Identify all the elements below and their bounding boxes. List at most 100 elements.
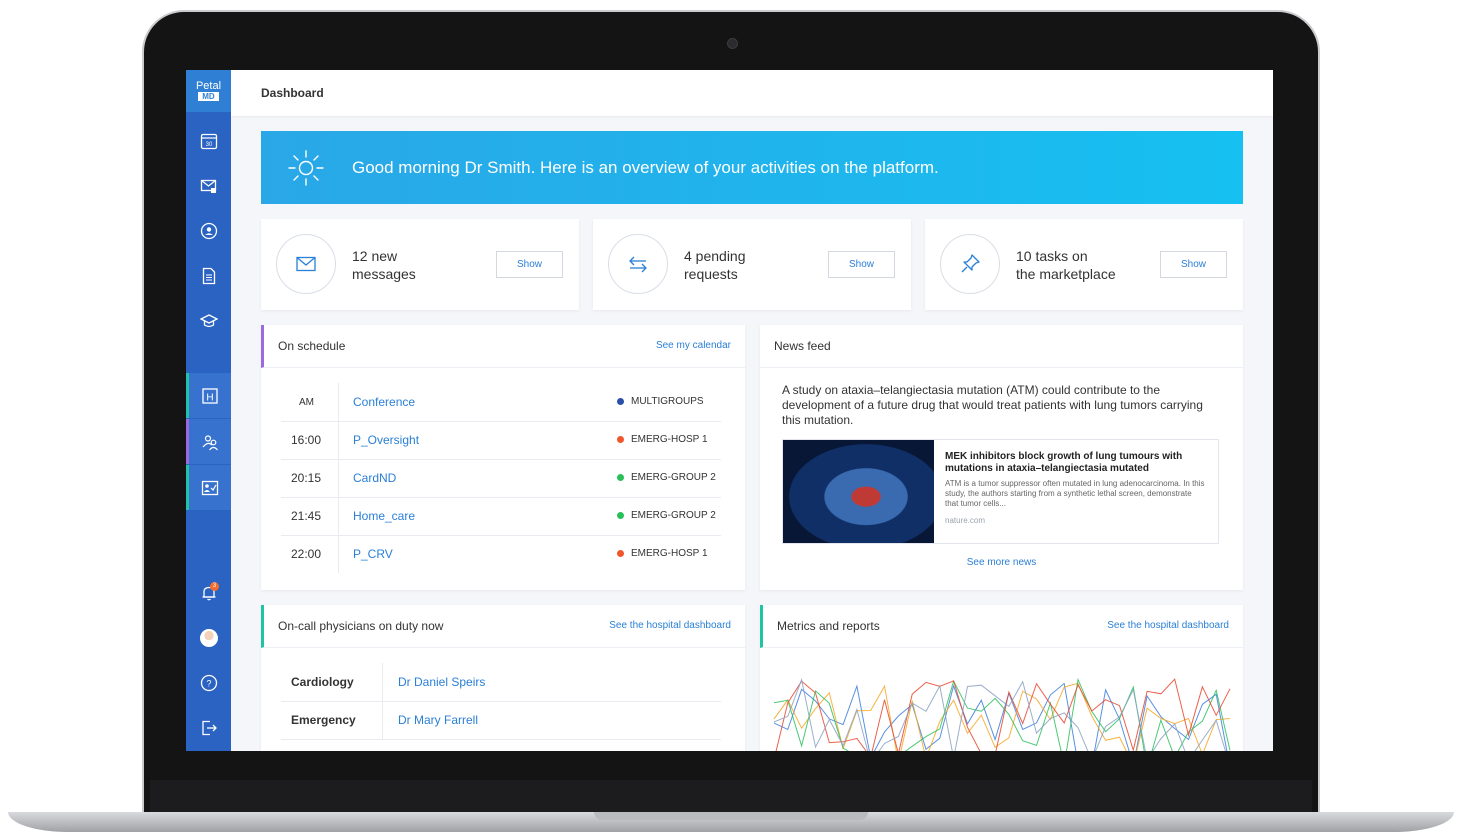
card-header: On-call physicians on duty now See the h… — [261, 605, 745, 648]
news-article-card[interactable]: MEK inhibitors block growth of lung tumo… — [782, 439, 1219, 544]
department-name: Emergency — [291, 713, 356, 727]
divider — [382, 701, 383, 739]
card-header: On schedule See my calendar — [261, 325, 745, 368]
schedule-row[interactable]: 22:00 P_CRV EMERG-HOSP 1 — [281, 535, 721, 573]
show-messages-button[interactable]: Show — [496, 251, 563, 278]
sidebar-mid: H — [186, 373, 231, 511]
see-calendar-link[interactable]: See my calendar — [656, 340, 731, 351]
schedule-row[interactable]: 16:00 P_Oversight EMERG-HOSP 1 — [281, 421, 721, 460]
schedule-event-link[interactable]: Conference — [353, 395, 415, 409]
pin-icon — [961, 254, 980, 273]
sidebar-item-physicians[interactable] — [186, 419, 231, 464]
oncall-row: Cardiology Dr Daniel Speirs — [281, 663, 721, 702]
laptop-bezel — [150, 780, 1312, 814]
sidebar-item-logout[interactable] — [186, 705, 231, 750]
logout-icon — [201, 720, 217, 735]
physicians-icon — [202, 434, 218, 450]
lung-image — [783, 440, 934, 543]
laptop-notch — [594, 812, 868, 820]
sun-icon — [288, 150, 324, 186]
metrics-line-chart — [773, 677, 1231, 751]
sidebar-item-notifications[interactable]: 3 — [186, 570, 231, 615]
metrics-card: Metrics and reports See the hospital das… — [760, 605, 1243, 751]
card-title: News feed — [774, 339, 831, 353]
notification-badge: 3 — [210, 582, 219, 591]
secure-mail-icon — [200, 179, 216, 193]
schedule-row[interactable]: 21:45 Home_care EMERG-GROUP 2 — [281, 497, 721, 536]
divider — [382, 663, 383, 701]
stat-label: 12 new messages — [352, 248, 416, 282]
department-name: Cardiology — [291, 675, 354, 689]
envelope-icon — [296, 256, 316, 272]
oncall-card: On-call physicians on duty now See the h… — [261, 605, 745, 751]
calendar-icon: 30 — [200, 133, 217, 149]
news-source: nature.com — [945, 516, 986, 525]
sidebar-bottom: 3 ? — [186, 570, 231, 750]
education-icon — [199, 313, 218, 327]
schedule-row[interactable]: 20:15 CardND EMERG-GROUP 2 — [281, 459, 721, 498]
sidebar-item-reports[interactable] — [186, 465, 231, 510]
app-screen: Petal MD 30 H 3 ? Dashboard Good morning… — [186, 70, 1273, 751]
sidebar-item-profile[interactable] — [186, 208, 231, 253]
schedule-event-link[interactable]: P_Oversight — [353, 433, 419, 447]
schedule-time: 22:00 — [291, 547, 322, 561]
document-icon — [202, 267, 215, 284]
stat-card-messages: 12 new messages Show — [261, 219, 579, 310]
divider — [338, 459, 339, 497]
reports-icon — [201, 480, 219, 495]
news-headline: MEK inhibitors block growth of lung tumo… — [945, 451, 1183, 474]
logo[interactable]: Petal MD — [186, 70, 231, 112]
schedule-group: EMERG-HOSP 1 — [631, 434, 708, 445]
sidebar-item-documents[interactable] — [186, 253, 231, 298]
schedule-time: AM — [299, 397, 314, 408]
hospital-dashboard-link[interactable]: See the hospital dashboard — [1107, 620, 1229, 631]
greeting-text: Good morning Dr Smith. Here is an overvi… — [352, 158, 939, 177]
logo-text: Petal — [195, 80, 222, 92]
stat-label: 10 tasks on the marketplace — [1016, 248, 1116, 282]
help-icon: ? — [200, 674, 217, 691]
sidebar-item-calendar[interactable]: 30 — [186, 118, 231, 163]
schedule-group: EMERG-HOSP 1 — [631, 548, 708, 559]
show-requests-button[interactable]: Show — [828, 251, 895, 278]
stat-icon-circle — [608, 234, 668, 294]
sidebar-item-avatar[interactable] — [186, 615, 231, 660]
status-dot — [617, 474, 624, 481]
schedule-group: EMERG-GROUP 2 — [631, 510, 716, 521]
status-dot — [617, 512, 624, 519]
hospital-dashboard-link[interactable]: See the hospital dashboard — [609, 620, 731, 631]
sidebar-item-education[interactable] — [186, 298, 231, 343]
sidebar-item-hospital[interactable]: H — [186, 373, 231, 418]
show-tasks-button[interactable]: Show — [1160, 251, 1227, 278]
schedule-group: MULTIGROUPS — [631, 396, 704, 407]
stat-icon-circle — [276, 234, 336, 294]
schedule-event-link[interactable]: CardND — [353, 471, 396, 485]
status-dot — [617, 550, 624, 557]
top-bar: Dashboard — [231, 70, 1273, 116]
sidebar-item-help[interactable]: ? — [186, 660, 231, 705]
physician-link[interactable]: Dr Mary Farrell — [398, 713, 478, 727]
physician-link[interactable]: Dr Daniel Speirs — [398, 675, 485, 689]
sidebar-item-mail[interactable] — [186, 163, 231, 208]
status-dot — [617, 398, 624, 405]
news-summary: A study on ataxia–telangiectasia mutatio… — [782, 383, 1203, 427]
oncall-row: Emergency Dr Mary Farrell — [281, 701, 721, 740]
card-header: Metrics and reports See the hospital das… — [760, 605, 1243, 648]
svg-text:?: ? — [206, 678, 211, 688]
stat-card-requests: 4 pending requests Show — [593, 219, 911, 310]
schedule-time: 16:00 — [291, 433, 322, 447]
avatar — [199, 628, 218, 647]
card-title: Metrics and reports — [777, 619, 880, 633]
sidebar-top: 30 — [186, 118, 231, 343]
stat-icon-circle — [940, 234, 1000, 294]
svg-text:30: 30 — [205, 142, 212, 148]
see-more-news-link[interactable]: See more news — [760, 557, 1243, 568]
schedule-event-link[interactable]: P_CRV — [353, 547, 393, 561]
schedule-card: On schedule See my calendar AM Conferenc… — [261, 325, 745, 590]
stat-card-marketplace: 10 tasks on the marketplace Show — [925, 219, 1243, 310]
schedule-event-link[interactable]: Home_care — [353, 509, 415, 523]
schedule-time: 21:45 — [291, 509, 322, 523]
greeting-banner: Good morning Dr Smith. Here is an overvi… — [261, 131, 1243, 204]
schedule-row[interactable]: AM Conference MULTIGROUPS — [281, 383, 721, 422]
divider — [338, 383, 339, 421]
arrows-exchange-icon — [629, 256, 647, 273]
